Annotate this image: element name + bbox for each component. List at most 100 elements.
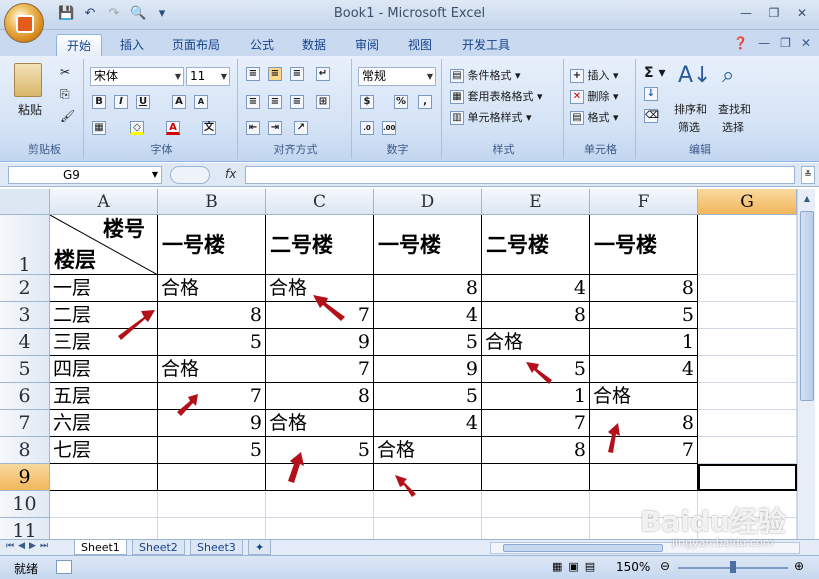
data-cell[interactable]: 合格 [482, 329, 590, 356]
increase-font-icon[interactable]: A [172, 95, 186, 109]
insert-cells-button[interactable]: + 插入 ▾ [570, 67, 619, 83]
formula-cancel-enter-icon[interactable] [170, 166, 210, 184]
cell-styles-button[interactable]: ▥ 单元格样式 ▾ [450, 109, 532, 125]
view-buttons[interactable]: ▦▣▤ [552, 560, 601, 573]
percent-icon[interactable]: % [394, 95, 408, 109]
font-color-icon[interactable]: A [166, 121, 180, 135]
floor-label-cell[interactable]: 二层 [50, 302, 158, 329]
column-header-c[interactable]: C [266, 189, 374, 215]
zoom-level[interactable]: 150% [616, 560, 650, 574]
empty-cell[interactable] [158, 464, 266, 491]
column-header-f[interactable]: F [590, 189, 698, 215]
data-cell[interactable]: 合格 [266, 275, 374, 302]
sheet-tab-sheet2[interactable]: Sheet2 [132, 540, 185, 555]
name-box[interactable]: G9 ▼ [8, 166, 162, 184]
empty-cell[interactable] [698, 329, 797, 356]
empty-cell[interactable] [698, 215, 797, 275]
empty-cell[interactable] [50, 518, 158, 539]
sort-filter-line1[interactable]: 排序和 [674, 101, 707, 117]
data-cell[interactable]: 5 [374, 329, 482, 356]
building-header-cell[interactable]: 二号楼 [266, 215, 374, 275]
empty-cell[interactable] [698, 383, 797, 410]
row-header-7[interactable]: 7 [0, 410, 50, 437]
clear-icon[interactable]: ⌫ [644, 109, 659, 123]
data-cell[interactable]: 4 [374, 302, 482, 329]
header-corner-cell[interactable]: 楼号 楼层 [50, 215, 158, 275]
number-format-select[interactable]: 常规 ▼ [358, 67, 436, 86]
data-cell[interactable]: 5 [266, 437, 374, 464]
workbook-close-icon[interactable]: ✕ [801, 36, 811, 50]
tab-view[interactable]: 视图 [398, 34, 442, 56]
paste-icon[interactable] [14, 63, 42, 97]
data-cell[interactable]: 合格 [590, 383, 698, 410]
tab-page-layout[interactable]: 页面布局 [162, 34, 230, 56]
align-top-icon[interactable]: ≡ [246, 67, 260, 81]
empty-cell[interactable] [698, 302, 797, 329]
align-middle-icon[interactable]: ≡ [268, 67, 282, 81]
empty-cell[interactable] [158, 518, 266, 539]
underline-button[interactable]: U [136, 95, 150, 109]
insert-sheet-icon[interactable]: ✦ [248, 540, 272, 555]
data-cell[interactable]: 5 [158, 329, 266, 356]
decrease-decimal-icon[interactable]: .00 [382, 121, 396, 135]
column-header-b[interactable]: B [158, 189, 266, 215]
building-header-cell[interactable]: 二号楼 [482, 215, 590, 275]
cut-icon[interactable]: ✂ [60, 65, 70, 79]
tab-data[interactable]: 数据 [292, 34, 336, 56]
find-select-line2[interactable]: 选择 [722, 119, 744, 135]
minimize-icon[interactable]: — [735, 4, 757, 22]
zoom-slider-thumb[interactable] [730, 561, 736, 573]
merge-center-icon[interactable]: ⊞ [316, 95, 330, 109]
align-right-icon[interactable]: ≡ [290, 95, 304, 109]
delete-cells-button[interactable]: ✕ 删除 ▾ [570, 88, 619, 104]
ribbon-restore-icon[interactable]: ❐ [780, 36, 791, 50]
fill-color-icon[interactable]: ◇ [130, 121, 144, 135]
format-cells-button[interactable]: ▤ 格式 ▾ [570, 109, 619, 125]
data-cell[interactable]: 5 [590, 302, 698, 329]
column-header-d[interactable]: D [374, 189, 482, 215]
ribbon-minimize-icon[interactable]: — [758, 36, 770, 50]
row-header-2[interactable]: 2 [0, 275, 50, 302]
data-cell[interactable]: 9 [266, 329, 374, 356]
data-cell[interactable]: 8 [590, 410, 698, 437]
row-header-3[interactable]: 3 [0, 302, 50, 329]
insert-function-icon[interactable]: fx [225, 167, 236, 181]
selected-cell-g9[interactable] [698, 464, 797, 491]
data-cell[interactable]: 8 [374, 275, 482, 302]
conditional-format-button[interactable]: ▤ 条件格式 ▾ [450, 67, 521, 83]
data-cell[interactable]: 4 [482, 275, 590, 302]
sheet-tab-sheet1[interactable]: Sheet1 [74, 540, 127, 555]
vertical-scroll-thumb[interactable] [800, 211, 814, 401]
data-cell[interactable]: 8 [482, 302, 590, 329]
row-header-8[interactable]: 8 [0, 437, 50, 464]
building-header-cell[interactable]: 一号楼 [158, 215, 266, 275]
column-header-a[interactable]: A [50, 189, 158, 215]
data-cell[interactable]: 合格 [266, 410, 374, 437]
decrease-indent-icon[interactable]: ⇤ [246, 121, 260, 135]
office-button[interactable] [4, 3, 44, 43]
find-select-icon[interactable]: ⌕ [722, 63, 734, 88]
empty-cell[interactable] [50, 491, 158, 518]
data-cell[interactable]: 8 [266, 383, 374, 410]
empty-cell[interactable] [482, 518, 590, 539]
help-icon[interactable]: ❓ [733, 36, 748, 50]
row-header-10[interactable]: 10 [0, 491, 50, 518]
phonetic-icon[interactable]: 文 [202, 121, 216, 135]
data-cell[interactable]: 7 [266, 356, 374, 383]
data-cell[interactable]: 8 [590, 275, 698, 302]
increase-indent-icon[interactable]: ⇥ [268, 121, 282, 135]
empty-cell[interactable] [698, 275, 797, 302]
formula-input[interactable] [245, 166, 795, 184]
data-cell[interactable]: 7 [590, 437, 698, 464]
scroll-up-icon[interactable]: ▲ [800, 191, 814, 207]
vertical-scrollbar[interactable]: ▲ [797, 189, 815, 539]
empty-cell[interactable] [698, 356, 797, 383]
data-cell[interactable]: 1 [482, 383, 590, 410]
orientation-icon[interactable]: ↗ [294, 121, 308, 135]
data-cell[interactable]: 7 [158, 383, 266, 410]
empty-cell[interactable] [50, 464, 158, 491]
increase-decimal-icon[interactable]: .0 [360, 121, 374, 135]
tab-developer[interactable]: 开发工具 [452, 34, 520, 56]
paste-button-label[interactable]: 粘贴 [18, 101, 42, 118]
empty-cell[interactable] [698, 410, 797, 437]
